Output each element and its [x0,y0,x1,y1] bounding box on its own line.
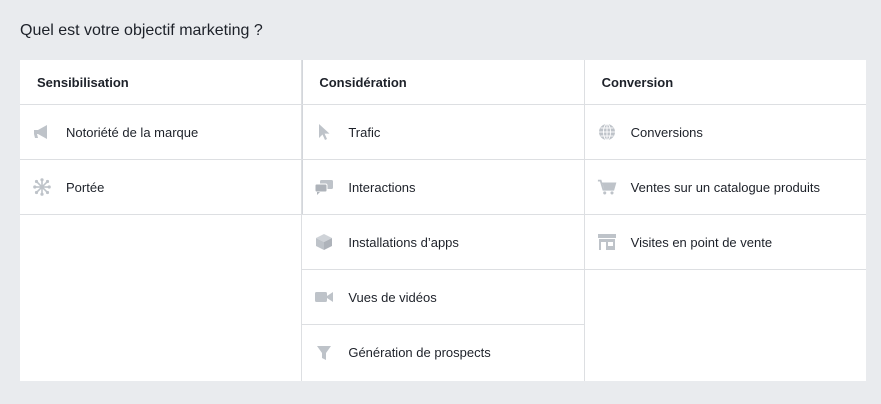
column-awareness: Sensibilisation Notoriété de la marque P… [20,60,304,381]
asterisk-icon [32,177,52,197]
storefront-icon [597,232,617,252]
funnel-icon [314,343,334,363]
objective-label: Ventes sur un catalogue produits [630,179,821,195]
objective-store-visits[interactable]: Visites en point de vente [584,215,866,270]
objective-label: Installations d’apps [348,234,459,250]
column-consideration: Considération Trafic Interactions Instal… [301,60,584,381]
objective-brand-awareness[interactable]: Notoriété de la marque [20,105,302,160]
objective-catalog-sales[interactable]: Ventes sur un catalogue produits [584,160,866,215]
objective-label: Notoriété de la marque [66,124,199,140]
column-header-awareness: Sensibilisation [20,60,302,105]
objective-label: Vues de vidéos [348,289,437,305]
objective-panel: Sensibilisation Notoriété de la marque P… [20,60,866,381]
objective-label: Interactions [348,179,416,195]
cursor-icon [314,122,334,142]
objective-reach[interactable]: Portée [20,160,302,215]
objective-label: Portée [66,179,105,195]
video-camera-icon [314,287,334,307]
column-conversion: Conversion Conversions Ventes sur un cat… [583,60,866,381]
objective-conversions[interactable]: Conversions [584,105,866,160]
objective-traffic[interactable]: Trafic [302,105,584,160]
objective-lead-generation[interactable]: Génération de prospects [302,325,583,380]
box-icon [314,232,334,252]
page-title: Quel est votre objectif marketing ? [20,22,263,39]
objective-engagement[interactable]: Interactions [302,160,584,215]
objective-label: Visites en point de vente [630,234,773,250]
megaphone-icon [32,122,52,142]
objective-app-installs[interactable]: Installations d’apps [302,215,584,270]
globe-icon [597,122,617,142]
column-header-consideration: Considération [302,60,584,105]
objective-label: Trafic [348,124,381,140]
objective-label: Génération de prospects [348,345,491,360]
chat-bubbles-icon [314,177,334,197]
objective-label: Conversions [630,124,703,140]
shopping-cart-icon [597,177,617,197]
column-header-conversion: Conversion [584,60,866,105]
objective-video-views[interactable]: Vues de vidéos [302,270,584,325]
